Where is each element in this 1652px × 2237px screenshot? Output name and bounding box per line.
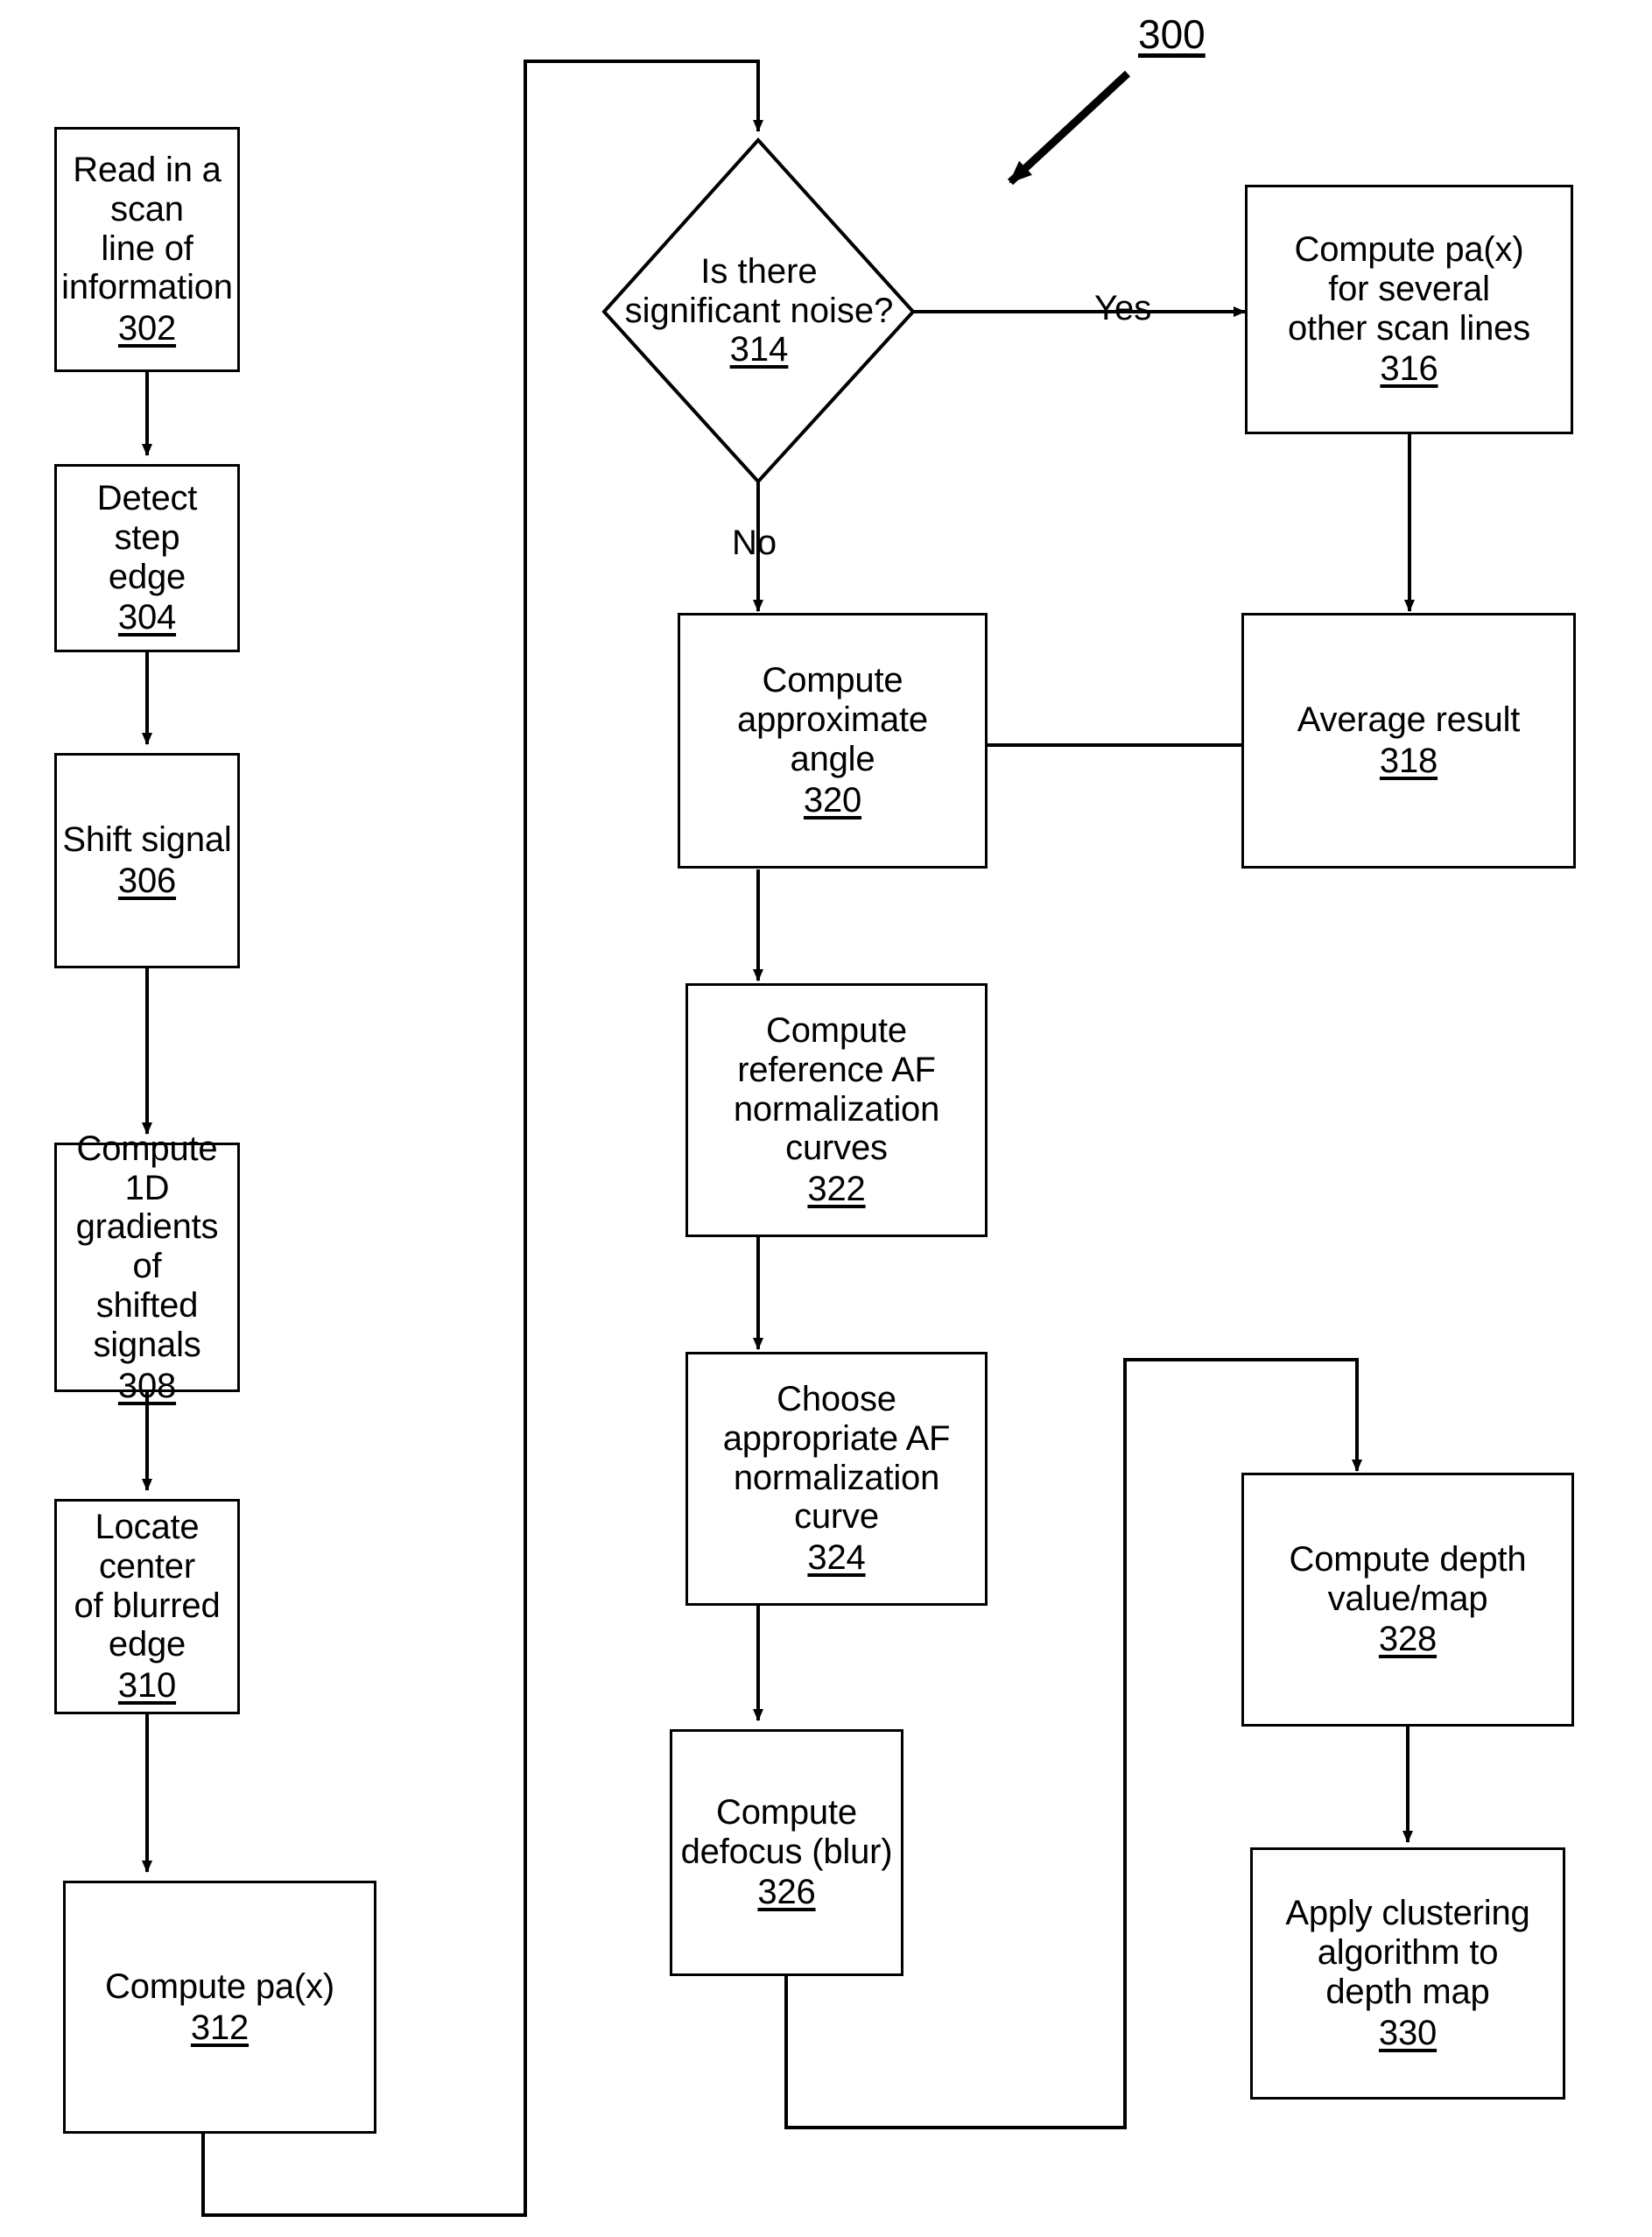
node-label-316: Compute pa(x) for several other scan lin… [1288,229,1530,348]
node-ref-302: 302 [117,309,177,348]
node-label-320: Compute approximate angle [737,661,928,778]
process-node-306[interactable]: Shift signal 306 [54,753,240,968]
node-label-318: Average result [1297,700,1521,740]
process-node-328[interactable]: Compute depth value/map 328 [1241,1473,1574,1727]
figure-reference-label: 300 [1138,11,1206,57]
node-ref-306: 306 [117,862,177,900]
node-ref-322: 322 [807,1170,866,1209]
process-node-310[interactable]: Locate center of blurred edge 310 [54,1499,240,1714]
process-node-312[interactable]: Compute pa(x) 312 [63,1881,376,2134]
node-label-306: Shift signal [62,820,232,860]
node-ref-324: 324 [807,1538,866,1578]
process-node-318[interactable]: Average result 318 [1241,613,1576,869]
node-label-308: Compute 1D gradients of shifted signals [75,1129,219,1364]
node-ref-326: 326 [757,1873,816,1912]
node-ref-308: 308 [117,1366,177,1405]
decision-node-314[interactable]: Is there significant noise? 314 [604,140,914,482]
process-node-316[interactable]: Compute pa(x) for several other scan lin… [1245,185,1573,434]
node-label-324: Choose appropriate AF normalization curv… [722,1380,951,1537]
process-node-308[interactable]: Compute 1D gradients of shifted signals … [54,1129,240,1405]
node-label-330: Apply clustering algorithm to depth map [1285,1894,1530,2011]
node-ref-316: 316 [1380,349,1438,389]
node-label-326: Compute defocus (blur) [680,1792,893,1871]
node-ref-328: 328 [1378,1620,1438,1659]
edge-label-yes: Yes [1094,289,1152,327]
process-node-320[interactable]: Compute approximate angle 320 [678,613,988,869]
edge-label-no: No [732,524,777,562]
process-node-324[interactable]: Choose appropriate AF normalization curv… [685,1352,988,1606]
flowchart-canvas: 300 Read in a scan line of information 3… [0,0,1652,2237]
process-node-330[interactable]: Apply clustering algorithm to depth map … [1250,1847,1565,2100]
figure-pointer-arrow [1007,70,1131,186]
process-node-304[interactable]: Detect step edge 304 [54,464,240,652]
node-label-310: Locate center of blurred edge [74,1508,221,1664]
node-ref-318: 318 [1379,742,1438,780]
node-ref-314: 314 [729,330,789,369]
node-ref-330: 330 [1378,2013,1438,2052]
process-node-302[interactable]: Read in a scan line of information 302 [54,127,240,372]
node-ref-320: 320 [803,780,862,820]
node-label-328: Compute depth value/map [1289,1539,1527,1618]
node-label-302: Read in a scan line of information [61,151,233,307]
node-ref-310: 310 [117,1666,177,1706]
process-node-322[interactable]: Compute reference AF normalization curve… [685,983,988,1237]
node-label-304: Detect step edge [96,478,198,596]
node-ref-312: 312 [190,2008,250,2047]
node-label-314: Is there significant noise? [624,251,894,330]
node-label-322: Compute reference AF normalization curve… [733,1011,940,1168]
node-ref-304: 304 [117,598,177,637]
node-label-312: Compute pa(x) [105,1966,334,2006]
process-node-326[interactable]: Compute defocus (blur) 326 [670,1729,903,1976]
